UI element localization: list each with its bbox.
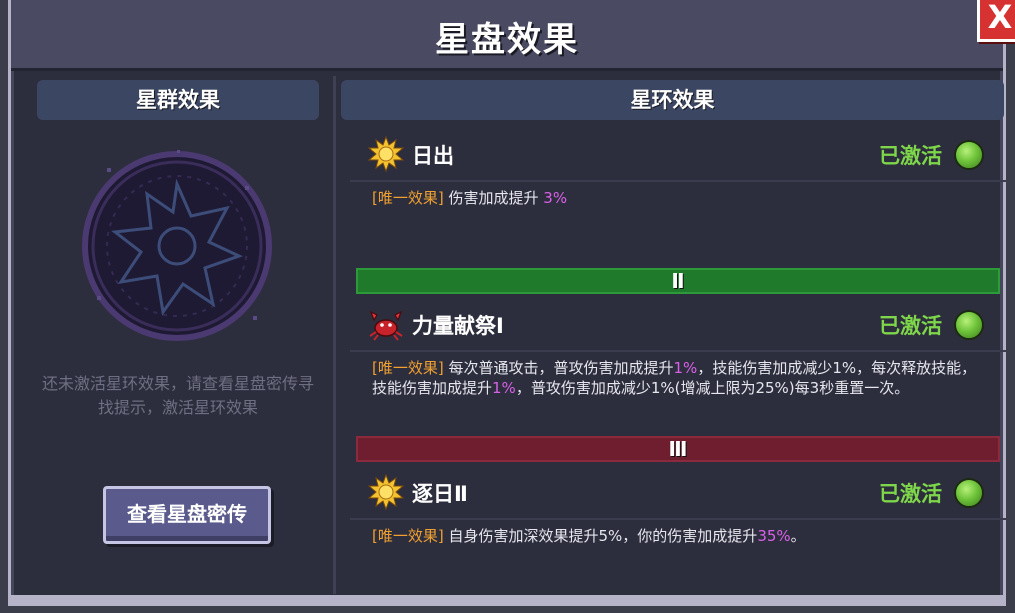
effect-name: 力量献祭Ⅰ (412, 314, 504, 338)
effect-status: 已激活 (879, 482, 942, 506)
ring-effect-panel: 星环效果 日出 已激活 [唯一效果] 伤害加成提升 3% Ⅱ 力量献祭Ⅰ 已激活… (333, 76, 1006, 594)
constellation-header: 星群效果 (37, 80, 319, 120)
effect-header-row: 逐日Ⅱ 已激活 (350, 466, 1006, 520)
desc-text: 。 (790, 527, 806, 545)
title-bar: 星盘效果 (11, 0, 1003, 71)
desc-text: 每次普通攻击，普攻伤害加成提升 (448, 359, 674, 377)
constellation-effect-panel: 星群效果 还未激活星环效果，请查看星盘密传寻找提示，激活星环效果 查看星盘密传 (27, 76, 321, 594)
sun-icon (368, 136, 404, 172)
unique-effect-tag: [唯一效果] (372, 189, 444, 207)
desc-text: 自身伤害加深效果提升5%，你的伤害加成提升 (448, 527, 758, 545)
close-button[interactable]: X (977, 0, 1015, 42)
panel-bottom-border (11, 595, 1003, 603)
ring-effect-header: 星环效果 (341, 80, 1004, 120)
effect-name: 逐日Ⅱ (412, 482, 468, 506)
active-indicator-icon (954, 478, 984, 508)
effect-description: [唯一效果] 伤害加成提升 3% (350, 182, 1006, 208)
no-ring-effect-hint: 还未激活星环效果，请查看星盘密传寻找提示，激活星环效果 (41, 374, 314, 417)
effect-header-row: 力量献祭Ⅰ 已激活 (350, 298, 1006, 352)
ring-effect-item: 日出 已激活 [唯一效果] 伤害加成提升 3% (350, 128, 1006, 208)
unique-effect-tag: [唯一效果] (372, 527, 444, 545)
active-indicator-icon (954, 140, 984, 170)
unique-effect-tag: [唯一效果] (372, 359, 444, 377)
effect-name: 日出 (412, 144, 454, 168)
effect-status: 已激活 (879, 144, 942, 168)
desc-highlight: 3% (543, 189, 568, 207)
sun-icon (368, 474, 404, 510)
desc-text: 伤害加成提升 (448, 189, 544, 207)
tier-3-divider: Ⅲ (356, 436, 1000, 462)
desc-text: ，普攻伤害加成减少1%(增减上限为25%)每3秒重置一次。 (515, 379, 910, 397)
desc-highlight: 1% (673, 359, 698, 377)
active-indicator-icon (954, 310, 984, 340)
ring-effect-item: 力量献祭Ⅰ 已激活 [唯一效果] 每次普通攻击，普攻伤害加成提升1%，技能伤害加… (350, 298, 1006, 398)
effect-description: [唯一效果] 自身伤害加深效果提升5%，你的伤害加成提升35%。 (350, 520, 1006, 546)
ring-effect-item: 逐日Ⅱ 已激活 [唯一效果] 自身伤害加深效果提升5%，你的伤害加成提升35%。 (350, 466, 1006, 546)
crab-icon (369, 310, 403, 341)
star-disc-icon (82, 150, 272, 341)
effect-description: [唯一效果] 每次普通攻击，普攻伤害加成提升1%，技能伤害加成减少1%，每次释放… (350, 352, 1006, 398)
tier-2-divider: Ⅱ (356, 268, 1000, 294)
effect-status: 已激活 (879, 314, 942, 338)
desc-highlight: 1% (492, 379, 516, 397)
desc-highlight: 35% (757, 527, 791, 545)
window-title: 星盘效果 (435, 20, 579, 60)
view-star-disc-lore-button[interactable]: 查看星盘密传 (103, 486, 271, 544)
star-disc-panel: 星盘效果 星群效果 还未激活星环效果，请查看星盘密传寻找提示，激活星环效果 查看… (8, 0, 1006, 606)
effect-header-row: 日出 已激活 (350, 128, 1006, 182)
